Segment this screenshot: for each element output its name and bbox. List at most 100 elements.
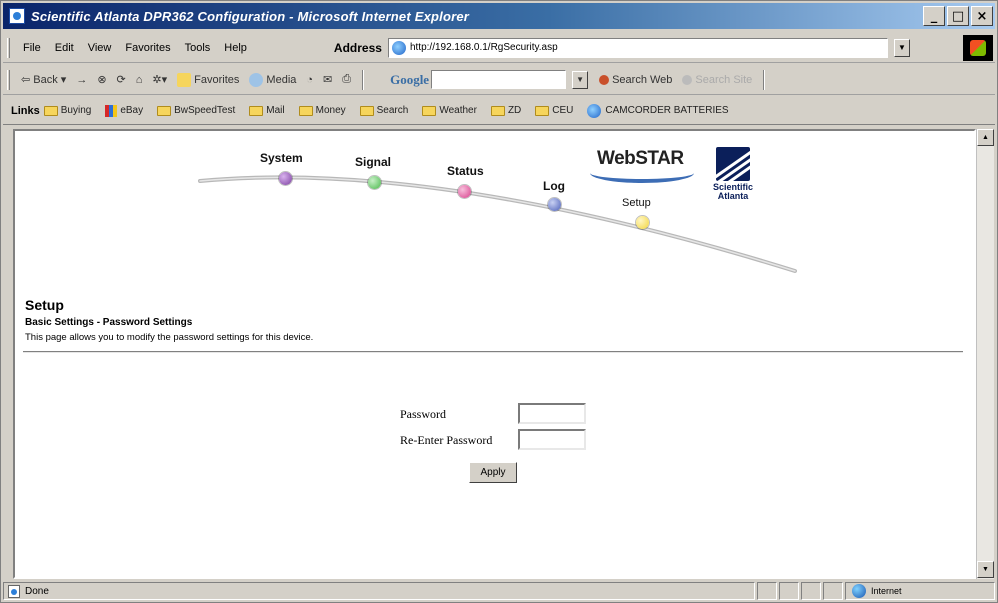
- link-money[interactable]: Money: [298, 105, 346, 116]
- folder-icon: [359, 105, 374, 116]
- reenter-password-field[interactable]: [518, 429, 586, 450]
- refresh-icon[interactable]: ⟳: [112, 73, 131, 86]
- page-icon: [391, 40, 406, 55]
- link-mail[interactable]: Mail: [249, 105, 285, 116]
- toolbar-separator: [362, 69, 365, 90]
- page-content: System Signal Status Log Setup WebSTAR S…: [13, 129, 976, 579]
- scroll-up-icon[interactable]: ▲: [977, 129, 994, 146]
- search-site-icon: [682, 74, 693, 85]
- nav-status-label[interactable]: Status: [447, 164, 484, 178]
- google-search-input[interactable]: [431, 70, 567, 89]
- title-bar: Scientific Atlanta DPR362 Configuration …: [3, 3, 995, 29]
- media-button[interactable]: Media: [244, 72, 301, 87]
- scientific-atlanta-mark: [716, 147, 750, 181]
- link-buying[interactable]: Buying: [43, 105, 92, 116]
- reenter-password-label: Re-Enter Password: [400, 433, 493, 447]
- folder-icon: [157, 105, 172, 116]
- status-cell: [757, 582, 777, 600]
- webstar-logo: WebSTAR: [590, 148, 700, 184]
- nav-system-dot[interactable]: [279, 172, 292, 185]
- google-logo[interactable]: Google: [390, 72, 429, 88]
- page-title: Setup: [25, 297, 64, 313]
- history-icon[interactable]: ◔: [301, 74, 318, 86]
- nav-system-label[interactable]: System: [260, 151, 303, 165]
- close-button[interactable]: ×: [971, 6, 993, 26]
- menu-file[interactable]: File: [16, 42, 48, 54]
- menu-edit[interactable]: Edit: [48, 42, 81, 54]
- ie-link-icon: [587, 103, 602, 118]
- page-description: This page allows you to modify the passw…: [25, 332, 314, 343]
- home-icon[interactable]: ⌂: [131, 74, 148, 86]
- link-bwspeedtest[interactable]: BwSpeedTest: [157, 105, 235, 116]
- zone-text: Internet: [871, 586, 902, 596]
- links-label: Links: [11, 104, 40, 117]
- stop-icon[interactable]: ⊗: [92, 73, 111, 86]
- window-title: Scientific Atlanta DPR362 Configuration …: [31, 8, 470, 24]
- back-button[interactable]: ⇦ Back ▾: [16, 73, 71, 86]
- link-label: Buying: [60, 105, 92, 116]
- media-label: Media: [266, 73, 297, 86]
- nav-setup-dot[interactable]: [636, 216, 649, 229]
- link-ebay[interactable]: eBay: [105, 104, 144, 117]
- address-input[interactable]: http://192.168.0.1/RgSecurity.asp: [387, 37, 888, 58]
- password-label: Password: [400, 407, 447, 421]
- ebay-icon: [105, 104, 118, 117]
- search-site-label: Search Site: [695, 73, 753, 86]
- search-icon[interactable]: ✲▾: [147, 73, 172, 86]
- divider: [23, 351, 963, 353]
- folder-icon: [43, 105, 58, 116]
- link-label: Mail: [266, 105, 285, 116]
- apply-button[interactable]: Apply: [469, 462, 517, 483]
- browser-window: Scientific Atlanta DPR362 Configuration …: [0, 0, 998, 603]
- forward-button[interactable]: →: [71, 74, 92, 86]
- link-label: CAMCORDER BATTERIES: [605, 105, 729, 116]
- search-web-label: Search Web: [612, 73, 673, 86]
- search-dropdown-icon[interactable]: ▼: [572, 70, 589, 89]
- nav-setup-label[interactable]: Setup: [622, 197, 651, 209]
- status-cell: [779, 582, 799, 600]
- status-cell: [823, 582, 843, 600]
- toolbar-grip[interactable]: [7, 69, 10, 90]
- search-web-icon: [599, 74, 610, 85]
- maximize-button[interactable]: □: [947, 6, 969, 26]
- nav-log-label[interactable]: Log: [543, 179, 565, 193]
- search-web-button[interactable]: Search Web: [594, 74, 677, 86]
- status-cell: [801, 582, 821, 600]
- link-label: Weather: [439, 105, 477, 116]
- link-label: CEU: [552, 105, 574, 116]
- menu-help[interactable]: Help: [217, 42, 254, 54]
- scientific-atlanta-logo: Scientific Atlanta: [710, 147, 756, 209]
- scroll-down-icon[interactable]: ▼: [977, 561, 994, 578]
- address-value: http://192.168.0.1/RgSecurity.asp: [409, 42, 558, 53]
- status-text: Done: [25, 585, 49, 597]
- link-ceu[interactable]: CEU: [535, 105, 573, 116]
- nav-signal-label[interactable]: Signal: [355, 155, 391, 169]
- link-search[interactable]: Search: [359, 105, 408, 116]
- minimize-button[interactable]: _: [923, 6, 945, 26]
- mail-icon[interactable]: ✉: [318, 73, 337, 86]
- link-weather[interactable]: Weather: [422, 105, 477, 116]
- address-label: Address: [333, 40, 382, 55]
- toolbar-separator: [763, 69, 766, 90]
- menu-tools[interactable]: Tools: [178, 42, 218, 54]
- vertical-scrollbar[interactable]: ▲ ▼: [976, 129, 994, 579]
- menu-view[interactable]: View: [81, 42, 119, 54]
- link-zd[interactable]: ZD: [490, 105, 521, 116]
- link-camcorder-batteries[interactable]: CAMCORDER BATTERIES: [587, 103, 729, 118]
- link-label: eBay: [120, 105, 144, 116]
- folder-icon: [490, 105, 505, 116]
- search-site-button[interactable]: Search Site: [677, 74, 757, 86]
- menu-favorites[interactable]: Favorites: [118, 42, 177, 54]
- favorites-icon: [177, 72, 192, 87]
- print-icon[interactable]: ⎙: [337, 73, 356, 86]
- nav-status-dot[interactable]: [458, 185, 471, 198]
- favorites-button[interactable]: Favorites: [172, 72, 244, 87]
- media-icon: [249, 72, 264, 87]
- nav-signal-dot[interactable]: [368, 176, 381, 189]
- toolbar-grip[interactable]: [7, 37, 10, 58]
- webstar-text: WebSTAR: [597, 148, 684, 169]
- nav-log-dot[interactable]: [548, 198, 561, 211]
- password-field[interactable]: [518, 403, 586, 424]
- back-label: Back: [33, 74, 58, 86]
- address-dropdown-icon[interactable]: ▼: [893, 38, 910, 57]
